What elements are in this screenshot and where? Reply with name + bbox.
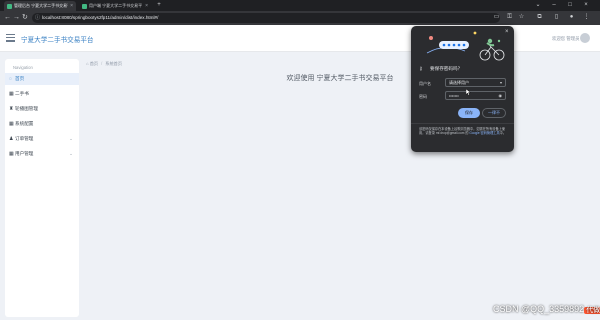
password-field[interactable]: ••••••• ◉ xyxy=(445,91,506,100)
sidebar-item-config[interactable]: ▦ 系统配置 xyxy=(5,118,79,130)
chevron-down-icon[interactable]: ⌄ xyxy=(532,1,544,10)
sidebar-item-label: 用户管理 xyxy=(15,151,34,156)
browser-toolbar: ← → ↻ ⓘ localhost:8080/springbootys2fp11… xyxy=(0,11,600,25)
sidebar-item-label: 二手书 xyxy=(15,91,29,96)
breadcrumb-current: 系统首页 xyxy=(105,61,123,66)
password-illustration xyxy=(426,31,505,61)
watermark-badge: 代做 xyxy=(584,307,600,314)
site-title: 宁夏大学二手书交易平台 xyxy=(21,37,94,44)
sidebar-item-home[interactable]: ◌ 首页 xyxy=(5,73,79,85)
book-icon: ▦ xyxy=(9,91,14,97)
chevron-down-icon: ⌄ xyxy=(69,151,73,156)
vue-favicon-icon xyxy=(82,3,87,9)
save-button[interactable]: 保存 xyxy=(458,108,480,118)
home-icon: ◌ xyxy=(9,76,12,82)
grid-icon: ▦ xyxy=(9,121,14,127)
dialog-title: 要保存密码吗？ xyxy=(430,66,463,71)
username-field[interactable]: 请选择用户 ▾ xyxy=(445,78,506,87)
menu-toggle-icon[interactable] xyxy=(6,34,15,42)
password-value: ••••••• xyxy=(449,93,459,98)
watermark: CSDN @QQ_3359892 代做 xyxy=(493,304,600,315)
close-icon[interactable]: × xyxy=(580,1,592,10)
vue-favicon-icon xyxy=(7,3,12,9)
username-label: 用户名 xyxy=(419,81,431,86)
breadcrumb-home[interactable]: 首页 xyxy=(90,61,98,66)
key-icon: ⚷ xyxy=(419,66,423,72)
maximize-icon[interactable]: □ xyxy=(564,1,576,10)
sidebar-item-users[interactable]: ▦ 用户管理 ⌄ xyxy=(5,148,79,160)
tab-user[interactable]: 用户端 宁夏大学二手书交易平 × xyxy=(79,1,151,11)
sidepanel-icon[interactable]: ▯ xyxy=(552,13,561,22)
mouse-cursor-icon xyxy=(466,89,471,96)
username-value: 请选择用户 xyxy=(449,80,469,85)
cast-icon[interactable]: ▭ xyxy=(492,13,501,22)
address-bar[interactable]: ⓘ localhost:8080/springbootys2fp11/admin… xyxy=(32,13,500,23)
sidebar-item-label: 订单管理 xyxy=(15,136,34,141)
tab-label: 用户端 宁夏大学二手书交易平 xyxy=(89,3,143,8)
close-tab-icon[interactable]: × xyxy=(70,3,73,9)
back-icon[interactable]: ← xyxy=(4,13,11,23)
trophy-icon: ♜ xyxy=(9,106,14,112)
sidebar-item-label: 首页 xyxy=(15,76,25,81)
browser-window: 管理后台 宁夏大学二手书交易平 × 用户端 宁夏大学二手书交易平 × + ⌄ –… xyxy=(0,0,600,320)
home-icon: ⌂ xyxy=(86,61,89,66)
dialog-footer: 该密码仅保存在本设备上谷歌浏览器中，如需在所有设备上使用，请登录 mf.drop… xyxy=(419,127,509,136)
sidebar-item-books[interactable]: ▦ 二手书 xyxy=(5,88,79,100)
sidebar-item-label: 轮播图管理 xyxy=(15,106,38,111)
close-icon[interactable]: × xyxy=(505,29,509,35)
avatar[interactable] xyxy=(580,33,590,43)
extensions-icon[interactable]: ⧉ xyxy=(535,13,544,22)
save-password-dialog: × ⚷ 要保存密码吗？ 用户名 请选择用户 ▾ 密码 ••••••• ◉ 保存 … xyxy=(411,26,514,152)
password-manager-link[interactable]: Google 密码管理工具 xyxy=(469,131,499,135)
reload-icon[interactable]: ↻ xyxy=(22,13,28,23)
url-text: localhost:8080/springbootys2fp11/admin/d… xyxy=(42,15,159,20)
grid-icon: ▦ xyxy=(9,151,14,157)
tab-label: 管理后台 宁夏大学二手书交易平 xyxy=(14,3,69,8)
password-label: 密码 xyxy=(419,94,427,99)
watermark-text: CSDN @QQ_3359892 xyxy=(493,304,585,314)
user-icon: ♟ xyxy=(9,136,14,142)
star-icon[interactable]: ☆ xyxy=(517,13,526,22)
eye-icon[interactable]: ◉ xyxy=(499,92,503,99)
header-user-text[interactable]: 欢迎您 管理员 xyxy=(552,36,580,42)
footer-email: mf.drop@gmail.com xyxy=(435,131,465,136)
sidebar-caption: Navigation xyxy=(13,65,33,70)
forward-icon[interactable]: → xyxy=(13,13,20,23)
chevron-down-icon: ⌄ xyxy=(69,136,73,141)
key-icon[interactable]: ⚿ xyxy=(505,13,514,22)
sidebar-item-label: 系统配置 xyxy=(15,121,34,126)
kebab-menu-icon[interactable]: ⋮ xyxy=(582,13,591,22)
tab-admin[interactable]: 管理后台 宁夏大学二手书交易平 × xyxy=(4,1,76,11)
tab-strip: 管理后台 宁夏大学二手书交易平 × 用户端 宁夏大学二手书交易平 × + ⌄ –… xyxy=(0,0,600,11)
divider xyxy=(411,123,514,124)
sidebar: Navigation ◌ 首页 ▦ 二手书 ♜ 轮播图管理 ▦ 系统配置 ♟ 订… xyxy=(5,59,79,317)
chevron-down-icon: ▾ xyxy=(499,80,502,85)
breadcrumb: ⌂ 首页 / 系统首页 xyxy=(86,61,123,66)
new-tab-button[interactable]: + xyxy=(153,1,165,10)
profile-icon[interactable]: ● xyxy=(567,13,576,22)
sidebar-item-carousel[interactable]: ♜ 轮播图管理 xyxy=(5,103,79,115)
info-icon[interactable]: ⓘ xyxy=(35,13,40,23)
sidebar-item-orders[interactable]: ♟ 订单管理 ⌄ xyxy=(5,133,79,145)
minimize-icon[interactable]: – xyxy=(548,1,560,10)
never-button[interactable]: 一律不 xyxy=(482,108,506,118)
close-tab-icon[interactable]: × xyxy=(145,3,148,9)
footer-end: 中。 xyxy=(499,131,507,136)
